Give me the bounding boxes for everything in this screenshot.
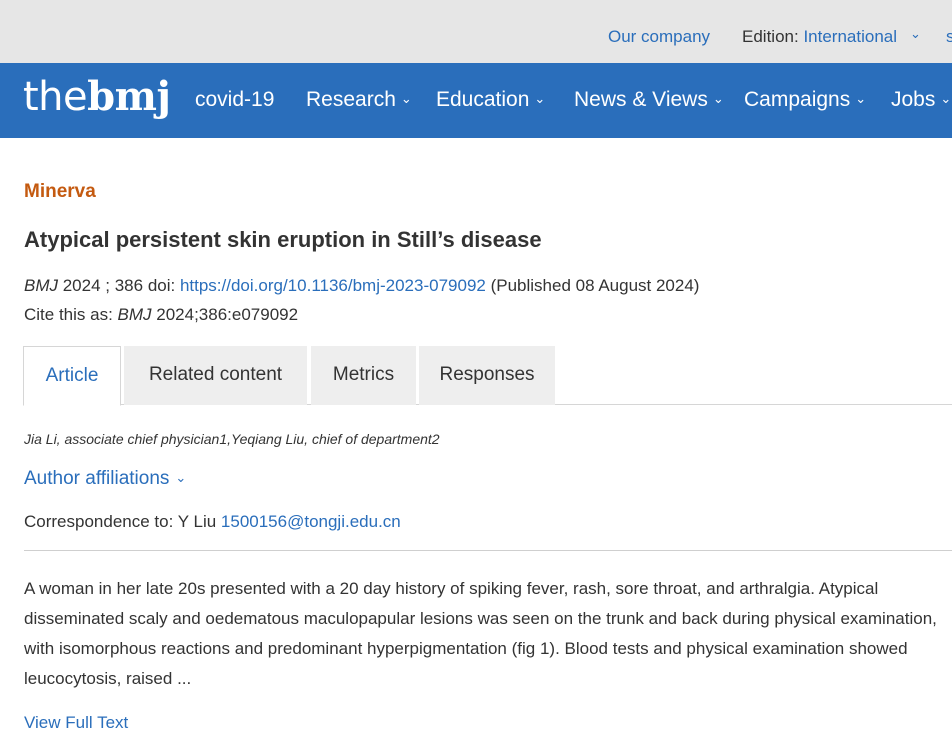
- section-divider: [24, 550, 952, 551]
- truncated-utility-link[interactable]: s: [946, 27, 952, 47]
- cite-journal: BMJ: [117, 305, 152, 324]
- author-affiliations-toggle[interactable]: Author affiliations ⌄: [24, 468, 186, 490]
- article-abstract: A woman in her late 20s presented with a…: [24, 579, 937, 688]
- bmj-logo[interactable]: thebmj: [23, 73, 171, 120]
- published-date: (Published 08 August 2024): [485, 276, 700, 295]
- utility-bar: Our company Edition: International ⌄ s: [0, 0, 952, 63]
- chevron-down-icon: ⌄: [712, 91, 724, 106]
- article-section-label[interactable]: Minerva: [24, 181, 96, 203]
- edition-label: Edition:: [742, 27, 799, 46]
- chevron-down-icon: ⌄: [940, 91, 952, 106]
- nav-item-campaigns[interactable]: Campaigns ⌄: [744, 88, 866, 112]
- our-company-link[interactable]: Our company: [608, 27, 710, 47]
- main-nav: thebmj covid-19 Research ⌄ Education ⌄ New…: [0, 63, 952, 138]
- chevron-down-icon: ⌄: [400, 91, 412, 106]
- tab-metrics[interactable]: Metrics: [311, 346, 416, 405]
- correspondence: Correspondence to: Y Liu 1500156@tongji.…: [24, 512, 401, 532]
- edition-value[interactable]: International: [803, 27, 897, 46]
- citation-meta: BMJ 2024 ; 386 doi: https://doi.org/10.1…: [24, 276, 699, 296]
- cite-this-as: Cite this as: BMJ 2024;386:e079092: [24, 305, 298, 325]
- chevron-down-icon: ⌄: [175, 470, 187, 485]
- article-title: Atypical persistent skin eruption in Sti…: [24, 227, 542, 252]
- tab-article[interactable]: Article: [23, 346, 121, 406]
- nav-item-education[interactable]: Education ⌄: [436, 88, 545, 112]
- nav-item-news-views[interactable]: News & Views ⌄: [574, 88, 724, 112]
- nav-item-jobs[interactable]: Jobs ⌄: [891, 88, 951, 112]
- nav-item-research[interactable]: Research ⌄: [306, 88, 412, 112]
- correspondence-email-link[interactable]: 1500156@tongji.edu.cn: [221, 512, 401, 531]
- journal-name: BMJ: [24, 276, 58, 295]
- tab-responses[interactable]: Responses: [419, 346, 555, 405]
- doi-label: doi:: [147, 276, 180, 295]
- nav-item-covid-19[interactable]: covid-19: [195, 88, 274, 112]
- view-full-text-link[interactable]: View Full Text: [24, 713, 128, 733]
- year-volume: 2024 ; 386: [58, 276, 148, 295]
- cite-label: Cite this as:: [24, 305, 118, 324]
- chevron-down-icon: ⌄: [534, 91, 546, 106]
- doi-link[interactable]: https://doi.org/10.1136/bmj-2023-079092: [180, 276, 486, 295]
- edition-selector[interactable]: Edition: International: [742, 27, 897, 47]
- author-list: Jia Li, associate chief physician1,Yeqia…: [24, 431, 440, 447]
- correspondence-label: Correspondence to: Y Liu: [24, 512, 221, 531]
- chevron-down-icon: ⌄: [855, 91, 867, 106]
- affiliations-label: Author affiliations: [24, 468, 170, 489]
- cite-reference: 2024;386:e079092: [151, 305, 299, 324]
- chevron-down-icon[interactable]: ⌄: [910, 26, 921, 42]
- tab-related-content[interactable]: Related content: [124, 346, 307, 405]
